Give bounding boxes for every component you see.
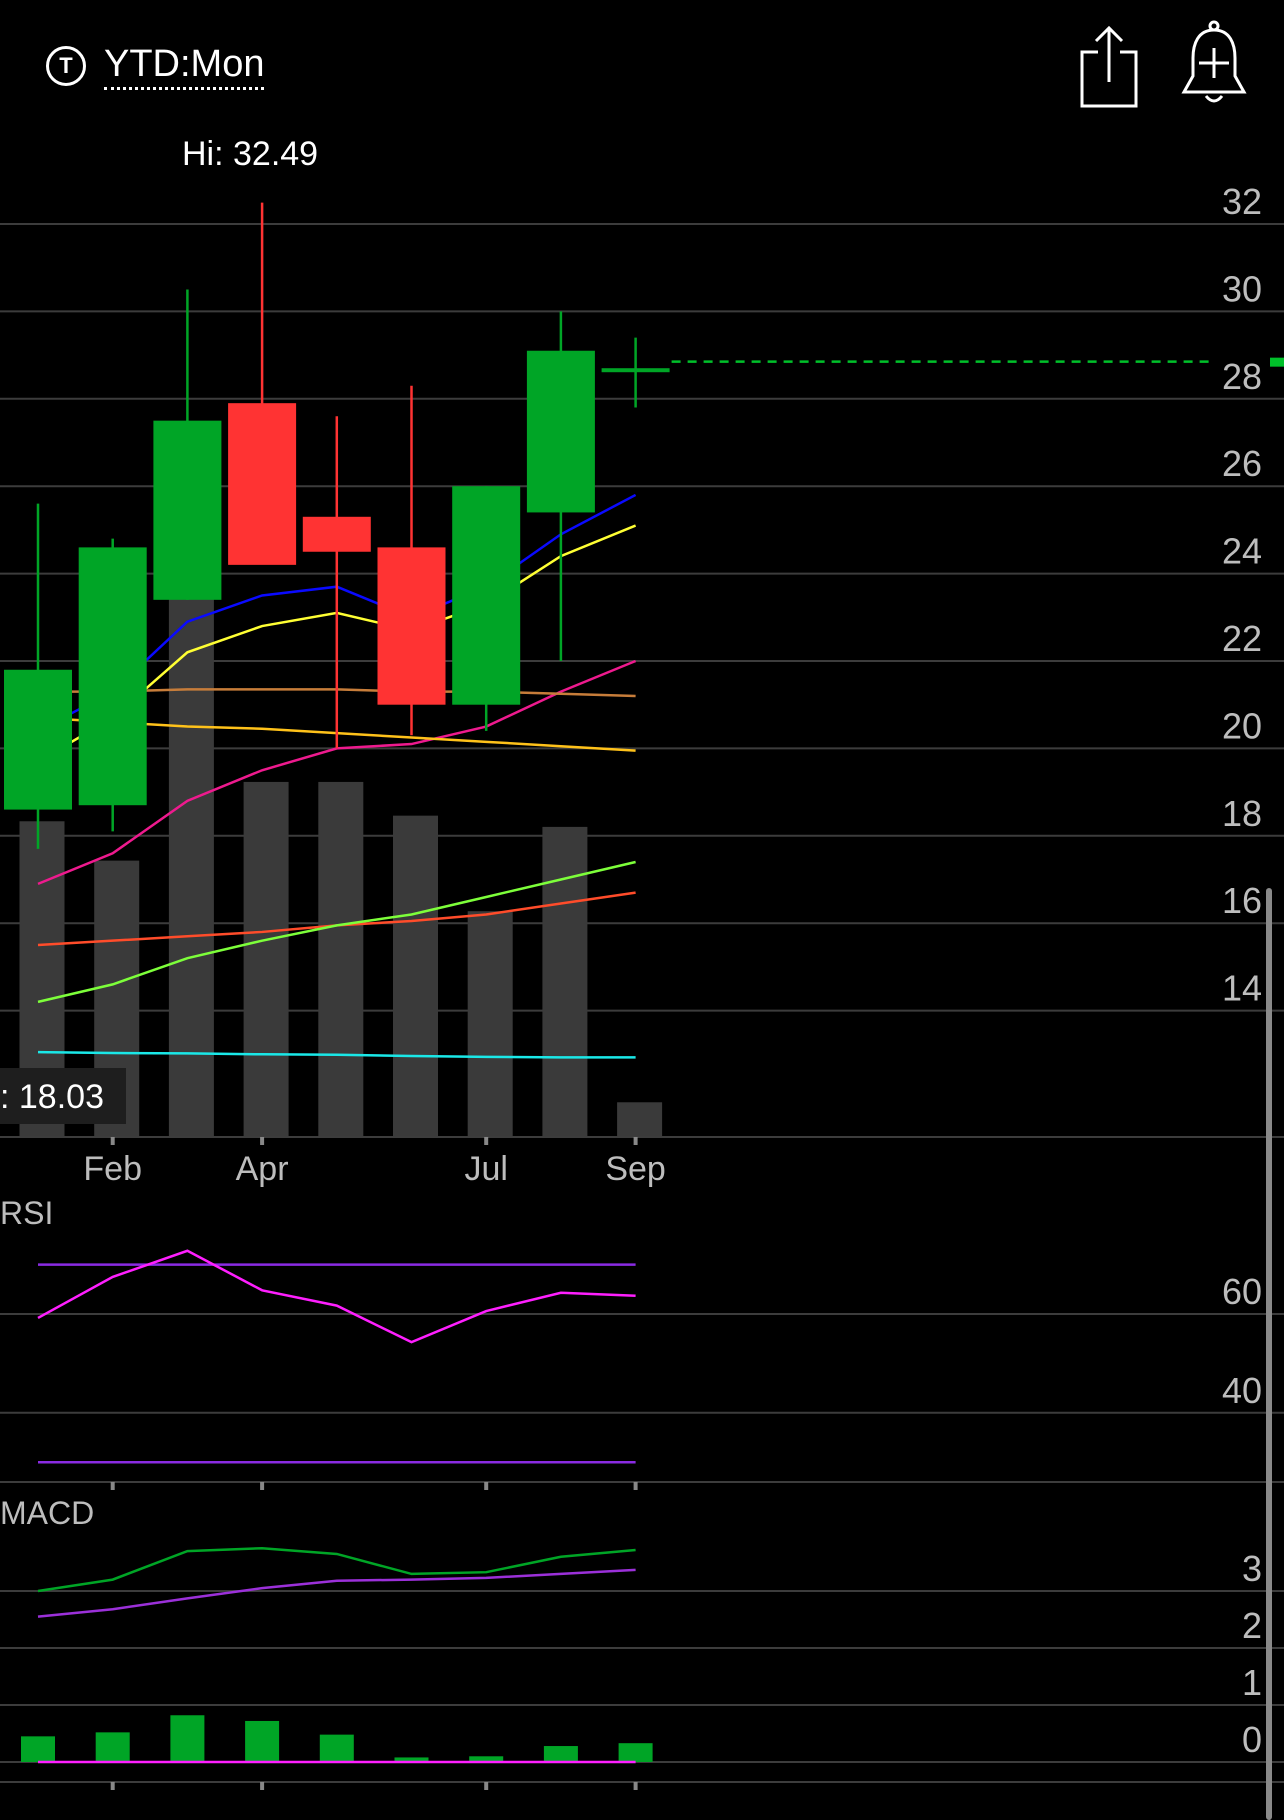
volume-bar (617, 1102, 663, 1136)
macd-histogram-bar (170, 1715, 205, 1762)
volume-bar (243, 781, 289, 1136)
price-axis-tick-label: 22 (1222, 618, 1262, 659)
macd-histogram-bar (21, 1736, 55, 1762)
x-axis-tick-label: Apr (236, 1150, 289, 1188)
macd-axis-tick-label: 0 (1242, 1719, 1262, 1760)
high-price-label: Hi: 32.49 (182, 135, 318, 173)
price-axis-tick-label: 14 (1222, 968, 1262, 1009)
rsi-axis-tick-label: 40 (1222, 1370, 1262, 1411)
price-axis-tick-label: 20 (1222, 705, 1262, 746)
x-axis-tick-label: Jul (464, 1150, 507, 1188)
volume-bar (318, 781, 364, 1136)
price-axis-tick-label: 16 (1222, 880, 1262, 921)
macd-panel-title: MACD (0, 1495, 94, 1531)
rsi-axis-tick-label: 60 (1222, 1271, 1262, 1312)
macd-histogram-bar (543, 1746, 578, 1762)
candle-body (78, 547, 147, 806)
macd-axis-tick-label: 1 (1242, 1662, 1262, 1703)
candle-body (601, 368, 670, 373)
candle-body (377, 547, 446, 705)
macd-axis-tick-label: 2 (1242, 1605, 1262, 1646)
price-axis-tick-label: 32 (1222, 181, 1262, 222)
candle-body (452, 486, 521, 705)
scrollbar[interactable] (1266, 888, 1272, 1820)
price-axis-tick-label: 26 (1222, 443, 1262, 484)
candle-body (228, 403, 297, 565)
candle-body (4, 669, 72, 810)
candle-body (526, 350, 595, 513)
candle-body (302, 516, 371, 552)
price-axis-tick-label: 30 (1222, 268, 1262, 309)
macd-line (37, 1568, 636, 1618)
chart-area[interactable]: 32302826242220181614Hi: 32.49: 18.03Feb A… (0, 0, 1284, 1820)
low-price-label: : 18.03 (0, 1078, 104, 1116)
x-axis-tick-label: Sep (605, 1150, 666, 1188)
macd-line (37, 1546, 636, 1593)
macd-histogram-bar (95, 1732, 130, 1762)
volume-bar (393, 815, 438, 1136)
rsi-panel-title: RSI (0, 1195, 53, 1231)
macd-histogram-bar (618, 1743, 653, 1762)
price-axis-tick-label: 24 (1222, 531, 1262, 572)
macd-histogram-bar (319, 1734, 354, 1762)
volume-bar (542, 826, 588, 1136)
x-axis-tick-label: Feb (83, 1150, 142, 1188)
price-axis-tick-label: 18 (1222, 793, 1262, 834)
macd-axis-tick-label: 3 (1242, 1548, 1262, 1589)
volume-bar (467, 911, 513, 1136)
candle-body (153, 420, 222, 600)
price-axis-tick-label: 28 (1222, 356, 1262, 397)
macd-histogram-bar (245, 1720, 280, 1762)
current-price-marker (1270, 357, 1284, 367)
